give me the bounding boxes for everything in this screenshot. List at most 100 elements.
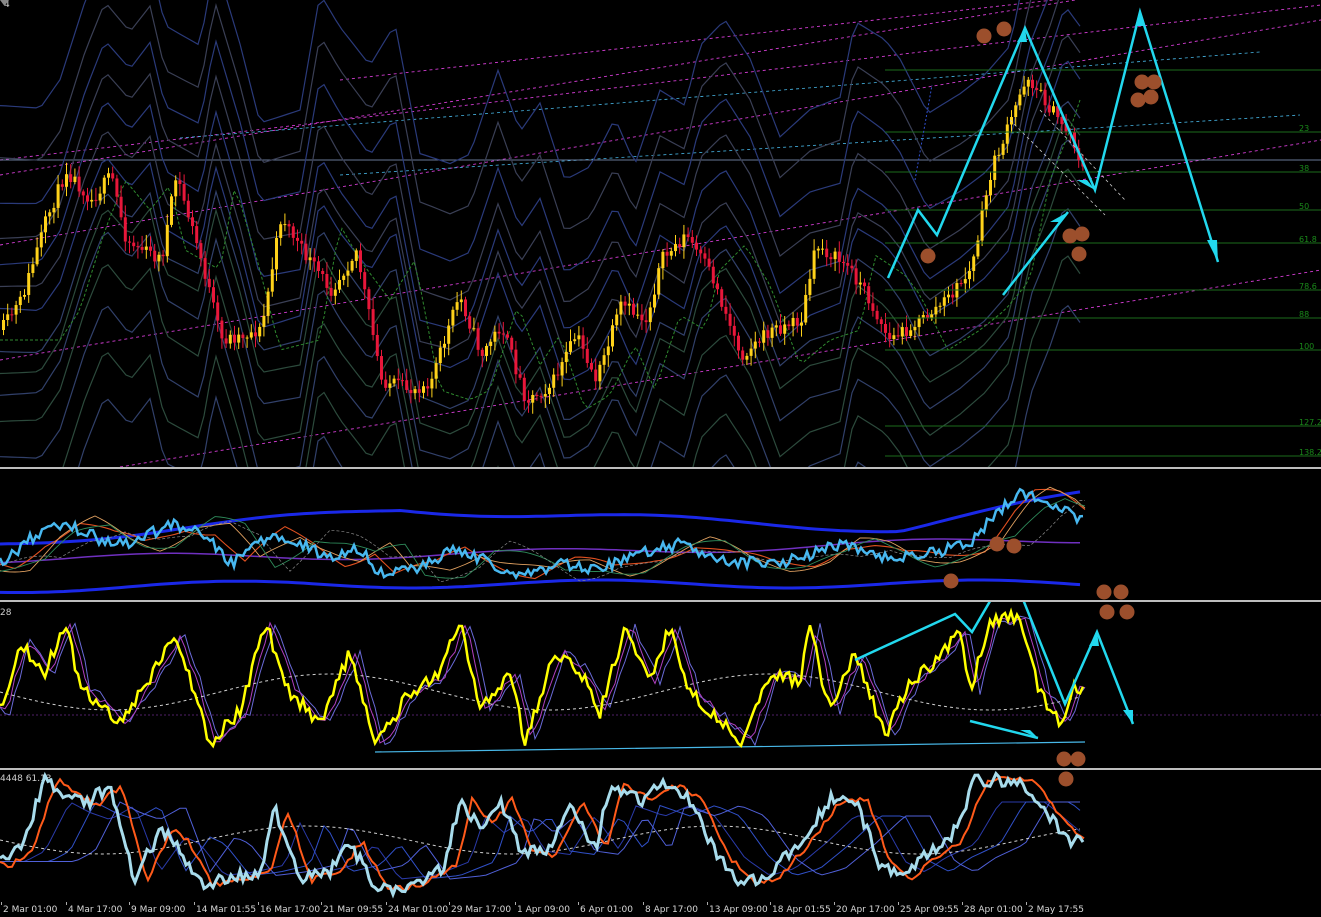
signal-marker	[1006, 538, 1022, 554]
bollinger-band	[0, 578, 1081, 594]
candle-body	[787, 324, 791, 327]
candle-body	[1035, 88, 1039, 90]
candle-body	[749, 348, 753, 356]
candle-body	[1022, 86, 1026, 95]
candle-body	[367, 289, 371, 310]
time-axis-label: 14 Mar 01:55	[196, 905, 257, 915]
signal-marker	[996, 21, 1012, 37]
candle-body	[296, 237, 299, 241]
candle-body	[329, 287, 333, 296]
candle-body	[1005, 124, 1009, 144]
signal-marker	[920, 248, 936, 264]
signal-marker	[1099, 604, 1115, 620]
candle-body	[527, 400, 530, 403]
candle-body	[1031, 79, 1034, 89]
signal-marker	[1119, 604, 1135, 620]
candle-body	[627, 303, 631, 306]
projection-path	[969, 719, 1039, 740]
indicator-2-svg	[0, 602, 1321, 767]
candle-body	[241, 334, 245, 339]
candle-body	[321, 270, 325, 274]
candle-body	[199, 243, 203, 259]
candle-body	[338, 279, 341, 290]
candle-body	[384, 379, 388, 388]
candle-body	[90, 199, 94, 202]
signal-line	[0, 617, 1086, 744]
candle-body	[871, 303, 875, 311]
candle-body	[401, 380, 404, 382]
indicator-pane-bands[interactable]	[0, 469, 1321, 600]
time-axis-tick	[834, 902, 835, 905]
candle-body	[611, 325, 614, 347]
candle-body	[396, 378, 400, 381]
candle-body	[464, 299, 467, 317]
candle-body	[392, 378, 396, 384]
candle-body	[380, 356, 383, 380]
candle-body	[1014, 105, 1018, 118]
candle-body	[842, 261, 845, 263]
candle-body	[682, 234, 686, 248]
main-price-chart[interactable]: 4 23 38 50 61.8 78.6 88 100 127.2 138.2	[0, 0, 1321, 467]
candle-body	[879, 319, 883, 324]
candle-body	[417, 389, 421, 393]
candle-body	[39, 232, 43, 248]
time-axis-label: 24 Mar 01:00	[388, 905, 449, 915]
candle-body	[195, 226, 199, 244]
indicator-pane-stochastic[interactable]: 4448 61.13	[0, 770, 1321, 902]
chart-shift-icon[interactable]	[0, 0, 9, 6]
candle-body	[1018, 94, 1022, 106]
candle-body	[938, 305, 942, 307]
candle-body	[161, 254, 165, 257]
candle-body	[65, 174, 68, 187]
candle-body	[115, 178, 119, 197]
indicator-3-svg	[0, 770, 1085, 899]
candle-body	[854, 268, 858, 285]
candle-body	[959, 283, 963, 285]
candle-body	[86, 195, 89, 202]
candle-body	[304, 243, 308, 261]
candle-body	[766, 330, 770, 338]
candle-body	[56, 184, 60, 208]
candle-body	[909, 330, 913, 336]
candle-body	[312, 257, 316, 262]
candle-body	[426, 386, 430, 389]
candle-body	[863, 282, 866, 287]
candle-body	[94, 199, 98, 201]
candle-body	[821, 248, 824, 250]
candle-body	[31, 264, 35, 274]
time-axis-tick	[386, 902, 387, 905]
candle-body	[10, 314, 14, 316]
candle-body	[6, 314, 10, 321]
fib-level-label: 138.2	[1299, 448, 1321, 457]
candle-body	[875, 310, 879, 320]
candle-body	[472, 328, 476, 330]
candle-body	[14, 305, 18, 315]
candle-body	[510, 337, 514, 350]
channel-line	[179, 51, 1261, 139]
candle-body	[674, 244, 677, 252]
candle-body	[984, 195, 988, 211]
candle-body	[539, 395, 543, 397]
candle-body	[405, 380, 409, 390]
candle-body	[678, 244, 682, 248]
candle-body	[758, 341, 761, 343]
candle-body	[816, 248, 820, 251]
time-axis-tick	[643, 902, 644, 905]
channel-line	[339, 114, 1301, 176]
candle-body	[60, 184, 64, 187]
candle-body	[451, 309, 455, 326]
candle-body	[359, 250, 362, 273]
candle-body	[228, 334, 232, 344]
candle-body	[968, 270, 971, 280]
candle-body	[111, 173, 115, 179]
time-axis-label: 16 Mar 17:00	[260, 905, 321, 915]
candle-body	[921, 315, 925, 318]
candle-body	[564, 351, 568, 363]
signal-marker	[1056, 751, 1072, 767]
signal-marker	[1058, 771, 1074, 787]
envelope-band	[0, 0, 1032, 230]
indicator-pane-oscillator[interactable]: 28	[0, 602, 1321, 768]
candle-body	[724, 306, 728, 314]
time-axis-label: 29 Mar 17:00	[451, 905, 512, 915]
candle-body	[258, 326, 262, 337]
